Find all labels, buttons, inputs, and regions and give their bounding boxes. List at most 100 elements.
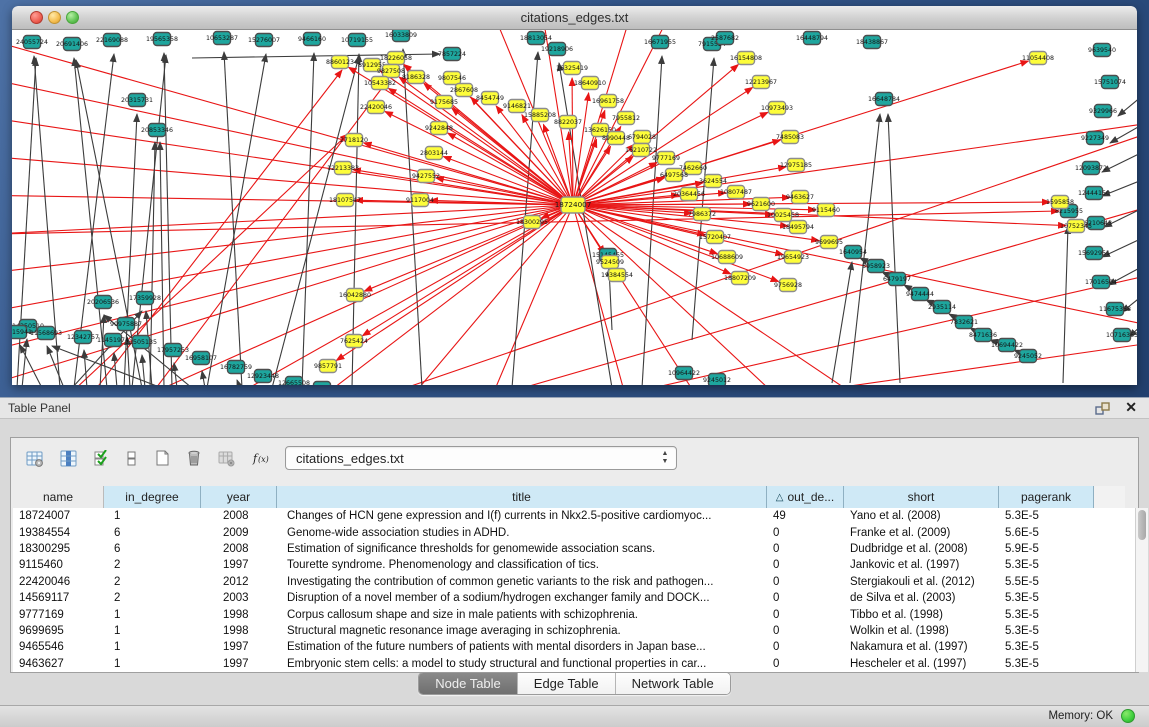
- table-row[interactable]: 1830029562008Estimation of significance …: [13, 541, 1135, 557]
- graph-node-label: 2935114: [928, 304, 956, 311]
- cell-name: 9463627: [13, 658, 104, 670]
- table-row[interactable]: 977716911998Corpus callosum shape and si…: [13, 606, 1135, 622]
- graph-node-label: 10694422: [991, 342, 1023, 349]
- graph-node-label: 9463627: [786, 194, 814, 201]
- graph-node-label: 7832621: [950, 319, 978, 326]
- float-window-icon[interactable]: [1095, 401, 1111, 417]
- table-row[interactable]: 911546021997Tourette syndrome. Phenomeno…: [13, 557, 1135, 573]
- network-window: citations_edges.txt 24055724206914062216…: [12, 6, 1137, 385]
- table-row[interactable]: 946554611997Estimation of the future num…: [13, 639, 1135, 655]
- graph-edge: [448, 133, 573, 205]
- table-row[interactable]: 946362711997Embryonic stem cells: a mode…: [13, 656, 1135, 672]
- column-header-title[interactable]: title: [277, 486, 767, 508]
- graph-edge: [164, 53, 172, 385]
- column-header-in_degree[interactable]: in_degree: [104, 486, 201, 508]
- graph-node-label: 12093872: [1075, 165, 1107, 172]
- tab-network-table[interactable]: Network Table: [616, 673, 730, 694]
- cell-title: Estimation of the future numbers of pati…: [277, 641, 767, 653]
- graph-node-label: 12975185: [780, 162, 812, 169]
- graph-edge: [92, 205, 573, 385]
- unselect-all-columns-icon[interactable]: [119, 445, 145, 471]
- table-selector-dropdown[interactable]: citations_edges.txt ▲▼: [285, 446, 677, 470]
- table-row[interactable]: 1938455462009Genome-wide association stu…: [13, 524, 1135, 540]
- cell-in_degree: 2: [104, 592, 201, 604]
- graph-node-label: 16961758: [592, 98, 624, 105]
- cell-name: 18300295: [13, 543, 104, 555]
- graph-node-label: 12505135: [125, 339, 157, 346]
- cell-pagerank: 5.3E-5: [999, 641, 1094, 653]
- graph-edge: [192, 205, 573, 385]
- graph-edge: [224, 52, 242, 385]
- graph-node-label: 16448794: [796, 35, 828, 42]
- graph-node-label: 22420046: [360, 104, 392, 111]
- graph-edge: [114, 353, 117, 385]
- graph-node-label: 7955812: [612, 115, 640, 122]
- graph-node-label: 9245052: [1014, 353, 1042, 360]
- network-canvas[interactable]: 2405572420691406221690881956535810653287…: [12, 30, 1137, 385]
- column-header-name[interactable]: name: [13, 486, 104, 508]
- graph-node-label: 9329966: [1089, 108, 1117, 115]
- graph-edge: [150, 142, 155, 385]
- cell-title: Structural magnetic resonance image aver…: [277, 625, 767, 637]
- memory-status-icon[interactable]: [1121, 709, 1135, 723]
- graph-edge: [22, 339, 27, 385]
- column-header-pagerank[interactable]: pagerank: [999, 486, 1094, 508]
- graph-node-label: 7485083: [776, 134, 804, 141]
- show-column-icon[interactable]: [55, 445, 81, 471]
- table-scrollbar-thumb[interactable]: [1138, 510, 1146, 540]
- table-panel-title: Table Panel: [8, 401, 71, 415]
- table-row[interactable]: 2242004622012Investigating the contribut…: [13, 574, 1135, 590]
- column-header-out_de[interactable]: △out_de...: [767, 486, 844, 508]
- graph-edge: [302, 53, 314, 385]
- attribute-table-container: f(x) citations_edges.txt ▲▼ namein_degre…: [10, 437, 1139, 673]
- graph-node-label: 9427552: [412, 173, 440, 180]
- graph-edge: [888, 114, 900, 383]
- table-row[interactable]: 1872400712008Changes of HCN gene express…: [13, 508, 1135, 524]
- cell-in_degree: 2: [104, 559, 201, 571]
- cell-in_degree: 1: [104, 510, 201, 522]
- network-window-title: citations_edges.txt: [12, 10, 1137, 25]
- graph-node-label: 16154808: [730, 55, 762, 62]
- graph-node-label: 12213383: [327, 165, 359, 172]
- network-window-titlebar[interactable]: citations_edges.txt: [12, 6, 1137, 30]
- graph-node-label: 2718120: [340, 137, 368, 144]
- graph-node-label: 18438867: [856, 39, 888, 46]
- column-header-short[interactable]: short: [844, 486, 999, 508]
- graph-node-label: 16648784: [868, 96, 900, 103]
- cell-name: 9777169: [13, 609, 104, 621]
- graph-node-label: 9857791: [314, 363, 342, 370]
- delete-column-icon[interactable]: [181, 445, 207, 471]
- graph-node-label: 18107547: [329, 197, 361, 204]
- select-all-columns-icon[interactable]: [89, 445, 115, 471]
- graph-node-label: 8958923: [862, 263, 890, 270]
- cell-in_degree: 1: [104, 641, 201, 653]
- tab-edge-table[interactable]: Edge Table: [518, 673, 616, 694]
- cell-name: 9115460: [13, 559, 104, 571]
- delete-table-icon[interactable]: [213, 445, 239, 471]
- table-body: 1872400712008Changes of HCN gene express…: [13, 508, 1135, 672]
- cell-year: 2009: [201, 527, 277, 539]
- table-row[interactable]: 969969511998Structural magnetic resonanc…: [13, 623, 1135, 639]
- table-row[interactable]: 1456911722003Disruption of a novel membe…: [13, 590, 1135, 606]
- graph-edge: [237, 380, 240, 385]
- graph-node-label: 2587682: [711, 35, 739, 42]
- graph-node-label: 18724007: [555, 200, 592, 209]
- cell-out_degree: 0: [767, 658, 844, 670]
- column-header-year[interactable]: year: [201, 486, 277, 508]
- graph-node-label: 12213967: [745, 79, 777, 86]
- tab-node-table[interactable]: Node Table: [419, 673, 518, 694]
- function-builder-icon[interactable]: f(x): [247, 445, 273, 471]
- table-scrollbar[interactable]: [1135, 508, 1148, 672]
- graph-node-label: 11054408: [1022, 55, 1054, 62]
- graph-node-label: 12923448: [247, 373, 279, 380]
- graph-node-label: 9175685: [430, 99, 458, 106]
- table-panel: f(x) citations_edges.txt ▲▼ namein_degre…: [0, 419, 1149, 705]
- graph-node-label: 20315731: [121, 97, 153, 104]
- table-mode-icon[interactable]: [21, 445, 47, 471]
- create-column-icon[interactable]: [149, 445, 175, 471]
- cell-pagerank: 5.3E-5: [999, 609, 1094, 621]
- cell-short: Jankovic et al. (1997): [844, 559, 999, 571]
- graph-edge: [1102, 150, 1137, 172]
- close-panel-icon[interactable]: ✕: [1125, 399, 1137, 416]
- graph-node-label: 6497568: [660, 172, 688, 179]
